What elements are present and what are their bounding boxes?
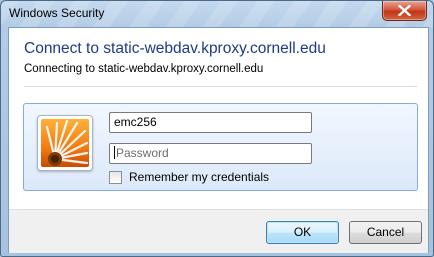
- button-bar: OK Cancel: [9, 209, 428, 253]
- flower-avatar-icon: [41, 119, 89, 167]
- divider: [24, 86, 417, 87]
- dialog-heading: Connect to static-webdav.kproxy.cornell.…: [24, 40, 326, 57]
- text-caret: [114, 146, 115, 159]
- dialog-body: Connect to static-webdav.kproxy.cornell.…: [8, 27, 429, 253]
- password-field[interactable]: Password: [109, 143, 312, 164]
- dialog-subheading: Connecting to static-webdav.kproxy.corne…: [24, 63, 264, 75]
- window-title: Windows Security: [9, 6, 105, 20]
- credential-tile: emc256 Password Remember my credentials: [23, 103, 418, 191]
- cancel-button[interactable]: Cancel: [349, 221, 422, 244]
- ok-button[interactable]: OK: [266, 221, 339, 244]
- username-field[interactable]: emc256: [109, 112, 312, 133]
- windows-security-dialog: Windows Security Connect to static-webda…: [0, 0, 434, 257]
- remember-credentials-label: Remember my credentials: [129, 170, 270, 184]
- close-icon: [398, 5, 411, 16]
- username-value: emc256: [114, 115, 157, 129]
- password-placeholder: Password: [116, 146, 169, 160]
- close-button[interactable]: [382, 1, 427, 21]
- user-avatar: [37, 115, 93, 171]
- remember-credentials-checkbox[interactable]: [109, 171, 122, 184]
